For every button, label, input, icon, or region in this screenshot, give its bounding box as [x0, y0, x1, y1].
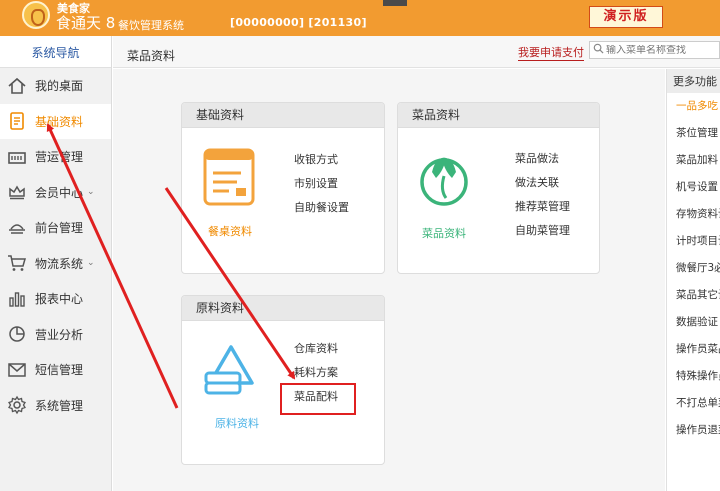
highlight-box [280, 383, 356, 415]
link-method-association[interactable]: 做法关联 [515, 171, 570, 195]
sidebar-item-label: 营运管理 [35, 150, 84, 165]
sidebar-title: 系统导航 [0, 36, 111, 68]
apply-payment-link[interactable]: 我要申请支付 [518, 44, 584, 61]
crown-icon [6, 181, 28, 203]
link-consumption-plan[interactable]: 耗料方案 [294, 361, 338, 385]
link-buffet-settings[interactable]: 自助餐设置 [294, 196, 349, 220]
dish-data-icon[interactable] [414, 148, 474, 211]
brand-subtitle: 餐饮管理系统 [118, 19, 184, 32]
panel-item[interactable]: 计时项目设 [667, 228, 720, 255]
search-input[interactable] [606, 44, 716, 56]
link-self-service-dishes[interactable]: 自助菜管理 [515, 219, 570, 243]
cart-icon [6, 252, 28, 274]
link-market-settings[interactable]: 市别设置 [294, 172, 349, 196]
panel-item[interactable]: 茶位管理 [667, 120, 720, 147]
link-recommended-dishes[interactable]: 推荐菜管理 [515, 195, 570, 219]
sidebar-item-label: 基础资料 [35, 114, 84, 129]
more-functions-panel: 更多功能 一品多吃 茶位管理 菜品加料 机号设置 存物资料设 计时项目设 微餐厅… [666, 69, 720, 491]
sidebar-item-basic-data[interactable]: 基础资料 [0, 103, 111, 139]
card-dish-data: 菜品资料 菜品资料 菜品做法 做法关联 推荐菜管理 自助菜管理 [397, 102, 600, 274]
chevron-down-icon: ⌄ [87, 187, 95, 198]
table-data-label[interactable]: 餐桌资料 [208, 223, 252, 239]
sidebar-item-label: 会员中心 [35, 185, 84, 200]
sidebar-item-logistics[interactable]: 物流系统 ⌄ [0, 246, 111, 282]
search-box [589, 41, 720, 59]
dish-links: 菜品做法 做法关联 推荐菜管理 自助菜管理 [515, 147, 570, 243]
link-payment-methods[interactable]: 收银方式 [294, 148, 349, 172]
chevron-down-icon: ⌄ [87, 258, 95, 269]
card-raw-material: 原料资料 原料资料 仓库资料 耗料方案 菜品配料 [181, 295, 385, 465]
sidebar-item-members[interactable]: 会员中心 ⌄ [0, 175, 111, 211]
sidebar-nav: 系统导航 我的桌面 基础资料 营运管理 会员中心 ⌄ 前台管理 物流系统 ⌄ 报… [0, 36, 112, 491]
sidebar-item-reports[interactable]: 报表中心 [0, 281, 111, 317]
brand-name: 食通天 8 [56, 14, 116, 32]
main-content: 基础资料 餐桌资料 收银方式 市别设置 自助餐设置 菜品资料 菜品资料 菜品做法… [113, 69, 665, 491]
sidebar-item-label: 营业分析 [35, 327, 84, 342]
pie-chart-icon [6, 323, 28, 345]
sidebar-item-label: 物流系统 [35, 256, 84, 271]
sidebar-item-label: 前台管理 [35, 221, 84, 236]
panel-item[interactable]: 特殊操作员 [667, 363, 720, 390]
panel-item[interactable]: 不打总单菜 [667, 390, 720, 417]
panel-item[interactable]: 菜品加料 [667, 147, 720, 174]
panel-item[interactable]: 微餐厅3必 [667, 255, 720, 282]
dish-data-label[interactable]: 菜品资料 [422, 225, 466, 241]
sidebar-item-system[interactable]: 系统管理 [0, 388, 111, 424]
search-icon [593, 43, 604, 57]
page-title: 菜品资料 [127, 49, 176, 63]
panel-item[interactable]: 操作员菜品 [667, 336, 720, 363]
link-dish-method[interactable]: 菜品做法 [515, 147, 570, 171]
sidebar-item-label: 短信管理 [35, 363, 84, 378]
brand-logo [22, 1, 50, 29]
panel-title: 更多功能 [667, 69, 720, 93]
sidebar-item-sms[interactable]: 短信管理 [0, 352, 111, 388]
link-warehouse-data[interactable]: 仓库资料 [294, 337, 338, 361]
sidebar-item-label: 报表中心 [35, 292, 84, 307]
home-icon [6, 75, 28, 97]
content-toolbar: 菜品资料 我要申请支付 [113, 36, 720, 68]
sidebar-item-label: 系统管理 [35, 398, 84, 413]
demo-badge: 演示版 [589, 6, 663, 28]
panel-item[interactable]: 一品多吃 [667, 93, 720, 120]
table-data-icon[interactable] [203, 148, 255, 209]
panel-item[interactable]: 操作员退菜 [667, 417, 720, 444]
raw-material-icon[interactable] [204, 343, 258, 404]
card-title: 基础资料 [182, 103, 384, 128]
gear-icon [6, 394, 28, 416]
mail-icon [6, 359, 28, 381]
sidebar-item-label: 我的桌面 [35, 79, 84, 94]
top-handle[interactable] [383, 0, 407, 6]
card-title: 菜品资料 [398, 103, 599, 128]
document-icon [6, 110, 28, 132]
account-info: [00000000] [201130] [230, 16, 367, 29]
card-title: 原料资料 [182, 296, 384, 321]
counter-icon [6, 217, 28, 239]
card-basic-data: 基础资料 餐桌资料 收银方式 市别设置 自助餐设置 [181, 102, 385, 274]
panel-item[interactable]: 存物资料设 [667, 201, 720, 228]
sidebar-item-frontdesk[interactable]: 前台管理 [0, 210, 111, 246]
sidebar-item-desktop[interactable]: 我的桌面 [0, 68, 111, 104]
raw-material-label[interactable]: 原料资料 [215, 415, 259, 431]
panel-item[interactable]: 机号设置 [667, 174, 720, 201]
basic-links: 收银方式 市别设置 自助餐设置 [294, 148, 349, 220]
panel-item[interactable]: 菜品其它设 [667, 282, 720, 309]
sidebar-item-analysis[interactable]: 营业分析 [0, 317, 111, 353]
register-icon [6, 146, 28, 168]
panel-item[interactable]: 数据验证 [667, 309, 720, 336]
sidebar-item-operations[interactable]: 营运管理 [0, 139, 111, 175]
bar-chart-icon [6, 288, 28, 310]
app-header: 美食家 食通天 8 餐饮管理系统 [00000000] [201130] 演示版 [0, 0, 720, 36]
